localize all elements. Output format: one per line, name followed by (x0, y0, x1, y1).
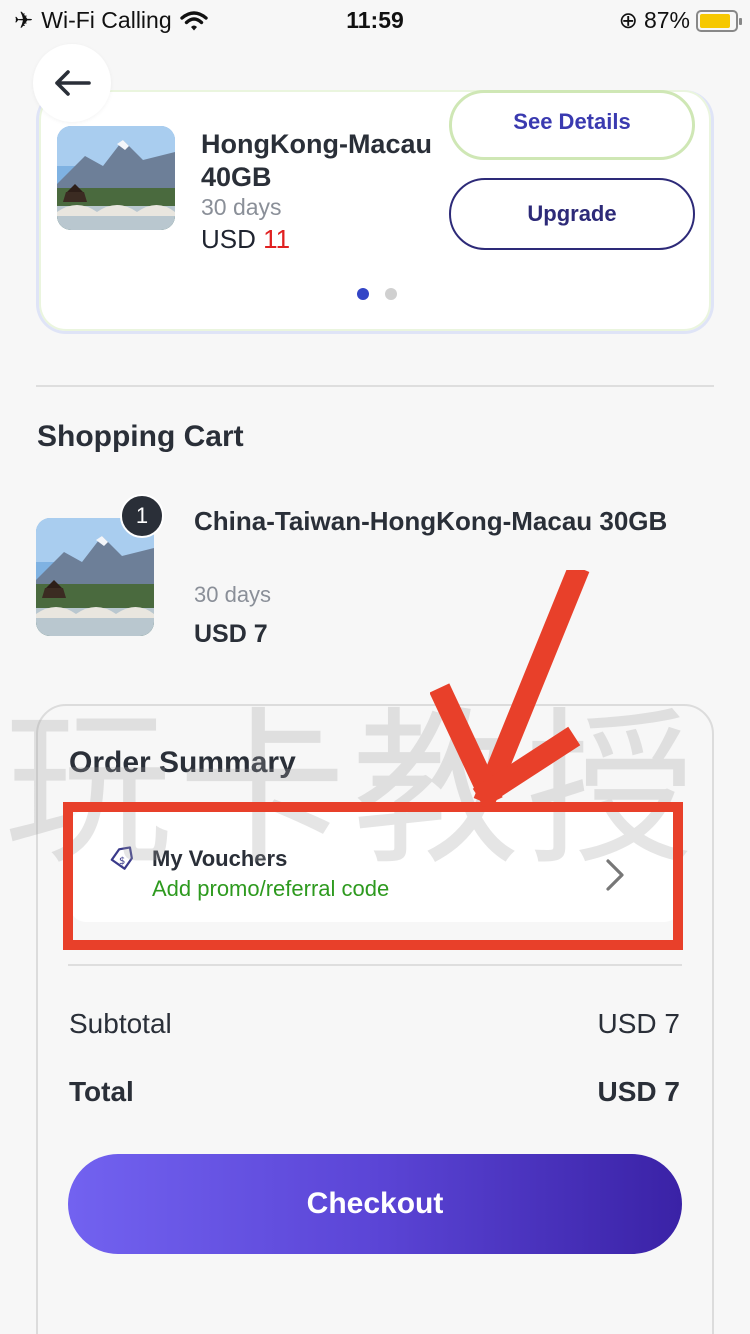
summary-divider (68, 964, 682, 966)
plan-price: USD 11 (201, 224, 290, 255)
carousel-pagination (357, 288, 397, 300)
cart-item-price: USD 7 (194, 620, 268, 648)
status-bar: ✈ Wi-Fi Calling 11:59 ⊕ 87% (0, 0, 750, 42)
checkout-button[interactable]: Checkout (68, 1154, 682, 1254)
total-value: USD 7 (597, 1076, 680, 1107)
active-plan-card: HongKong-Macau 40GB 30 days USD 11 See D… (36, 90, 714, 334)
quantity-badge: 1 (120, 494, 164, 538)
upgrade-button[interactable]: Upgrade (449, 178, 695, 250)
plan-thumbnail (57, 126, 175, 230)
subtotal-label: Subtotal (69, 1008, 172, 1039)
battery-percent: 87% (643, 7, 690, 33)
cart-item-duration: 30 days (194, 582, 272, 607)
annotation-arrow-icon (430, 570, 590, 808)
status-right: ⊕ 87% (618, 7, 742, 34)
arrow-left-icon (55, 70, 91, 96)
total-label: Total (69, 1076, 134, 1107)
cart-item-name: China-Taiwan-HongKong-Macau 30GB (194, 506, 668, 536)
pagination-dot-active[interactable] (357, 288, 369, 300)
plan-price-currency: USD (201, 224, 256, 254)
plan-price-amount: 11 (263, 224, 291, 254)
back-button[interactable] (33, 44, 111, 122)
plan-duration: 30 days (201, 194, 282, 220)
see-details-button[interactable]: See Details (449, 90, 695, 160)
shopping-cart-title: Shopping Cart (37, 420, 244, 453)
battery-icon (696, 9, 742, 32)
plan-name: HongKong-Macau 40GB (201, 129, 432, 192)
pagination-dot[interactable] (385, 288, 397, 300)
orientation-lock-icon: ⊕ (618, 7, 638, 33)
section-divider (36, 385, 714, 387)
annotation-highlight-box (63, 802, 683, 950)
subtotal-value: USD 7 (597, 1008, 680, 1039)
